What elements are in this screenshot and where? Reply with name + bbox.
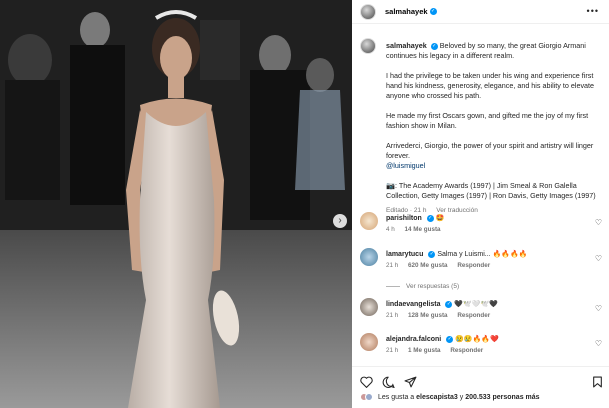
comment-item: parishilton ✓ 🤩 4 h 14 Me gusta ♡ — [360, 212, 604, 238]
comment-bubble-icon[interactable] — [382, 376, 395, 388]
avatar[interactable] — [360, 333, 378, 351]
next-photo-arrow[interactable]: › — [333, 214, 347, 228]
comment-text: Salma y Luismi... 🔥🔥🔥🔥 — [437, 251, 528, 258]
comment-username[interactable]: parishilton — [386, 215, 422, 222]
likes-summary: Les gusta a elescapista3 y 200.533 perso… — [360, 393, 540, 401]
photo-illustration — [0, 0, 352, 408]
comment-time: 21 h — [386, 262, 399, 269]
like-comment-heart-icon[interactable]: ♡ — [595, 254, 602, 263]
comment-username[interactable]: alejandra.falconi — [386, 336, 441, 343]
view-replies-label: Ver respuestas (5) — [406, 283, 460, 290]
comment-item: lamarytucu ✓ Salma y Luismi... 🔥🔥🔥🔥 21 h … — [360, 248, 604, 274]
comment-time: 4 h — [386, 226, 395, 233]
caption-paragraph-2: I had the privilege to be taken under hi… — [386, 71, 595, 100]
more-options-icon[interactable]: ••• — [587, 6, 599, 16]
post-header: salmahayek ✓ ••• — [352, 0, 609, 24]
post-username[interactable]: salmahayek — [385, 7, 428, 16]
avatar[interactable] — [360, 298, 378, 316]
liker-avatars — [360, 393, 373, 401]
comment-text: 😢😢🔥🔥❤️ — [455, 336, 499, 343]
comment-likes[interactable]: 620 Me gusta — [408, 262, 448, 269]
post-photo: › — [0, 0, 352, 408]
bookmark-save-icon[interactable] — [592, 376, 603, 388]
avatar[interactable] — [360, 212, 378, 230]
reply-button[interactable]: Responder — [457, 262, 490, 269]
share-send-icon[interactable] — [404, 376, 417, 388]
caption-paragraph-3: He made my first Oscars gown, and gifted… — [386, 111, 589, 130]
likes-conjunction: y — [459, 393, 464, 401]
avatar[interactable] — [360, 3, 376, 20]
comment-time: 21 h — [386, 347, 399, 354]
like-heart-icon[interactable] — [360, 376, 373, 388]
reply-button[interactable]: Responder — [450, 347, 483, 354]
comment-time: 21 h — [386, 312, 399, 319]
mention-link[interactable]: @luismiguel — [386, 161, 425, 170]
like-comment-heart-icon[interactable]: ♡ — [595, 304, 602, 313]
comment-item: alejandra.falconi ✓ 😢😢🔥🔥❤️ 21 h 1 Me gust… — [360, 333, 604, 359]
verified-badge-icon: ✓ — [430, 42, 438, 50]
likes-prefix: Les gusta a — [378, 393, 415, 401]
caption-username[interactable]: salmahayek — [386, 41, 427, 50]
likes-count[interactable]: 200.533 personas más — [465, 394, 539, 401]
caption-credit: 📷: The Academy Awards (1997) | Jim Smeal… — [386, 181, 596, 200]
avatar — [365, 393, 373, 401]
caption-avatar[interactable] — [360, 38, 376, 54]
reply-button[interactable]: Responder — [457, 312, 490, 319]
comment-likes[interactable]: 14 Me gusta — [405, 226, 441, 233]
caption-body: salmahayek ✓ Beloved by so many, the gre… — [386, 41, 608, 216]
comment-username[interactable]: lamarytucu — [386, 251, 423, 258]
caption-paragraph-4: Arrivederci, Giorgio, the power of your … — [386, 141, 594, 160]
avatar[interactable] — [360, 248, 378, 266]
comment-likes[interactable]: 128 Me gusta — [408, 312, 448, 319]
verified-badge-icon: ✓ — [428, 250, 436, 258]
like-comment-heart-icon[interactable]: ♡ — [595, 339, 602, 348]
comment-likes[interactable]: 1 Me gusta — [408, 347, 441, 354]
comment-item: lindaevangelista ✓ 🖤🕊️🤍🕊️🖤 21 h 128 Me gu… — [360, 298, 604, 324]
verified-badge-icon: ✓ — [429, 8, 437, 15]
view-replies-link[interactable]: Ver respuestas (5) — [386, 283, 459, 290]
divider-line — [386, 285, 400, 287]
comment-text: 🖤🕊️🤍🕊️🖤 — [454, 301, 499, 308]
comment-text: 🤩 — [435, 215, 445, 222]
action-bar — [352, 366, 609, 394]
liker-username[interactable]: elescapista3 — [416, 394, 458, 401]
like-comment-heart-icon[interactable]: ♡ — [595, 218, 602, 227]
verified-badge-icon: ✓ — [445, 300, 453, 308]
verified-badge-icon: ✓ — [426, 214, 434, 222]
post-detail-panel: salmahayek ✓ ••• salmahayek ✓ Beloved by… — [352, 0, 609, 408]
verified-badge-icon: ✓ — [446, 335, 454, 343]
comment-username[interactable]: lindaevangelista — [386, 301, 440, 308]
